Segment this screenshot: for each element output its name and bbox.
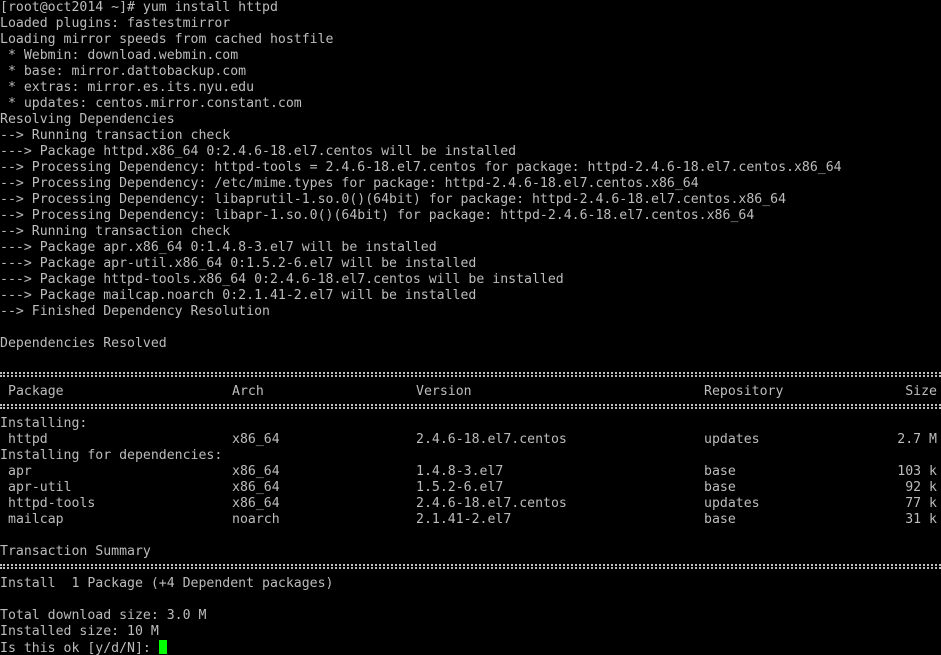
cell-package: apr (8, 464, 32, 479)
table-header-row: Package Arch Version Repository Size (0, 384, 941, 400)
mirror-line: * base: mirror.dattobackup.com (0, 64, 247, 79)
section-label-installing: Installing: (0, 416, 88, 431)
cell-version: 1.4.8-3.el7 (416, 464, 504, 479)
output-line: Resolving Dependencies (0, 112, 175, 127)
output-line: ---> Package apr-util.x86_64 0:1.5.2-6.e… (0, 256, 477, 271)
section-label-dependencies: Installing for dependencies: (0, 448, 223, 463)
table-row: apr x86_64 1.4.8-3.el7 base 103 k (0, 464, 941, 480)
output-line: Loading mirror speeds from cached hostfi… (0, 32, 334, 47)
column-header-size: Size (905, 384, 937, 399)
table-row: mailcap noarch 2.1.41-2.el7 base 31 k (0, 512, 941, 528)
cell-package: httpd (8, 432, 48, 447)
install-count-line: Install 1 Package (+4 Dependent packages… (0, 576, 334, 591)
command-line: [root@oct2014 ~]# yum install httpd (0, 0, 278, 15)
output-line: --> Processing Dependency: libaprutil-1.… (0, 192, 787, 207)
output-line: --> Finished Dependency Resolution (0, 304, 270, 319)
table-row: httpd x86_64 2.4.6-18.el7.centos updates… (0, 432, 941, 448)
cell-arch: x86_64 (232, 480, 280, 495)
output-line: ---> Package mailcap.noarch 0:2.1.41-2.e… (0, 288, 477, 303)
confirm-prompt: Is this ok [y/d/N]: (0, 641, 151, 655)
column-header-package: Package (8, 384, 64, 399)
cell-version: 2.4.6-18.el7.centos (416, 496, 567, 511)
installed-size-line: Installed size: 10 M (0, 624, 159, 639)
cell-size: 92 k (905, 480, 937, 495)
cell-package: apr-util (8, 480, 72, 495)
cell-repository: base (704, 464, 736, 479)
mirror-line: * updates: centos.mirror.constant.com (0, 96, 302, 111)
cell-size: 2.7 M (897, 432, 937, 447)
cell-size: 31 k (905, 512, 937, 527)
table-row: apr-util x86_64 1.5.2-6.el7 base 92 k (0, 480, 941, 496)
transaction-summary: Transaction Summary Install 1 Package (+… (0, 544, 941, 655)
output-line: --> Running transaction check (0, 128, 231, 143)
cell-package: httpd-tools (8, 496, 96, 511)
table-row: httpd-tools x86_64 2.4.6-18.el7.centos u… (0, 496, 941, 512)
output-line: ---> Package httpd-tools.x86_64 0:2.4.6-… (0, 272, 564, 287)
text-cursor[interactable] (158, 640, 167, 654)
double-rule-divider (0, 368, 941, 384)
column-header-arch: Arch (232, 384, 264, 399)
cell-size: 77 k (905, 496, 937, 511)
output-line: --> Processing Dependency: /etc/mime.typ… (0, 176, 699, 191)
cell-size: 103 k (897, 464, 937, 479)
confirm-prompt-line[interactable]: Is this ok [y/d/N]: (0, 640, 941, 655)
cell-package: mailcap (8, 512, 64, 527)
output-line: --> Running transaction check (0, 224, 231, 239)
double-rule-divider (0, 400, 941, 416)
output-line: Dependencies Resolved (0, 336, 167, 351)
output-line: ---> Package apr.x86_64 0:1.4.8-3.el7 wi… (0, 240, 437, 255)
cell-arch: x86_64 (232, 496, 280, 511)
download-size-line: Total download size: 3.0 M (0, 608, 207, 623)
mirror-line: * Webmin: download.webmin.com (0, 48, 239, 63)
cell-version: 2.1.41-2.el7 (416, 512, 512, 527)
cell-repository: base (704, 480, 736, 495)
cell-version: 1.5.2-6.el7 (416, 480, 504, 495)
double-rule-divider (0, 560, 941, 576)
mirror-line: * extras: mirror.es.its.nyu.edu (0, 80, 255, 95)
output-line: Loaded plugins: fastestmirror (0, 16, 231, 31)
dependency-table: Package Arch Version Repository Size Ins… (0, 368, 941, 528)
output-line: ---> Package httpd.x86_64 0:2.4.6-18.el7… (0, 144, 517, 159)
terminal-window[interactable]: [root@oct2014 ~]# yum install httpd Load… (0, 0, 941, 655)
cell-repository: updates (704, 432, 760, 447)
output-line: --> Processing Dependency: libapr-1.so.0… (0, 208, 755, 223)
cell-repository: updates (704, 496, 760, 511)
cell-repository: base (704, 512, 736, 527)
column-header-repository: Repository (704, 384, 784, 399)
cell-arch: noarch (232, 512, 280, 527)
cell-arch: x86_64 (232, 432, 280, 447)
cell-arch: x86_64 (232, 464, 280, 479)
summary-title: Transaction Summary (0, 544, 151, 559)
output-line: --> Processing Dependency: httpd-tools =… (0, 160, 842, 175)
column-header-version: Version (416, 384, 472, 399)
cell-version: 2.4.6-18.el7.centos (416, 432, 567, 447)
command-output: [root@oct2014 ~]# yum install httpd Load… (0, 0, 941, 352)
